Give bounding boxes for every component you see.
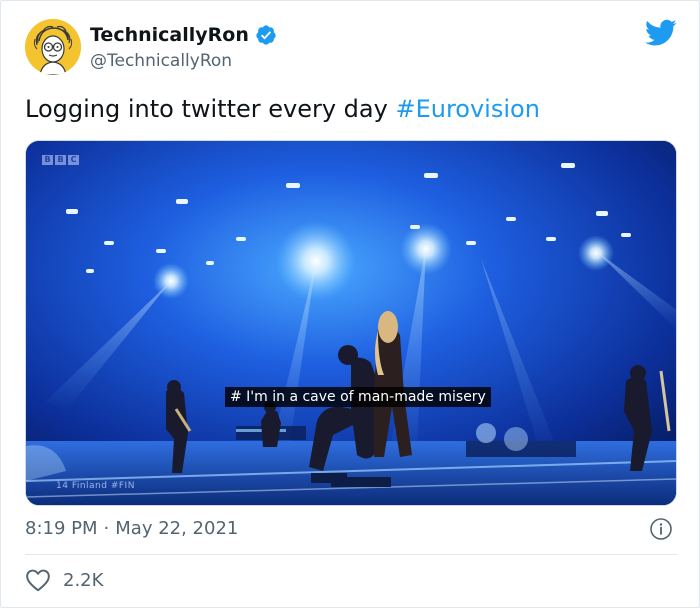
tweet-timestamp: 8:19 PM · May 22, 2021	[25, 518, 238, 539]
divider	[25, 554, 677, 555]
bbc-logo-letter: B	[55, 155, 66, 165]
twitter-bird-icon[interactable]	[645, 19, 677, 47]
tweet-date[interactable]: May 22, 2021	[115, 518, 238, 539]
video-caption: # I'm in a cave of man-made misery	[225, 387, 491, 407]
hashtag-link[interactable]: #Eurovision	[395, 95, 539, 123]
like-count: 2.2K	[63, 569, 104, 591]
bbc-logo-letter: C	[68, 155, 79, 165]
tweet-media-image[interactable]: B B C # I'm in a cave of man-made misery…	[25, 140, 677, 506]
name-row: TechnicallyRon	[90, 23, 277, 47]
tweet-text: Logging into twitter every day #Eurovisi…	[25, 94, 540, 124]
broadcaster-logo: B B C	[42, 155, 79, 165]
scoreboard-text: 14 Finland #FIN	[56, 481, 135, 491]
meta-separator: ·	[103, 518, 110, 539]
tweet-body: Logging into twitter every day	[25, 95, 396, 123]
like-button[interactable]: 2.2K	[25, 568, 103, 592]
tweet-time[interactable]: 8:19 PM	[25, 518, 98, 539]
handle[interactable]: @TechnicallyRon	[90, 51, 277, 71]
info-icon[interactable]	[649, 517, 673, 541]
display-name[interactable]: TechnicallyRon	[90, 24, 249, 46]
avatar[interactable]	[25, 19, 81, 75]
heart-icon	[26, 569, 50, 592]
verified-badge-icon	[256, 25, 276, 45]
concert-stage-image	[26, 141, 676, 505]
bbc-logo-letter: B	[42, 155, 53, 165]
avatar-illustration	[25, 19, 81, 75]
author-block: TechnicallyRon @TechnicallyRon	[90, 23, 277, 71]
tweet-card: TechnicallyRon @TechnicallyRon Logging i…	[0, 0, 700, 608]
